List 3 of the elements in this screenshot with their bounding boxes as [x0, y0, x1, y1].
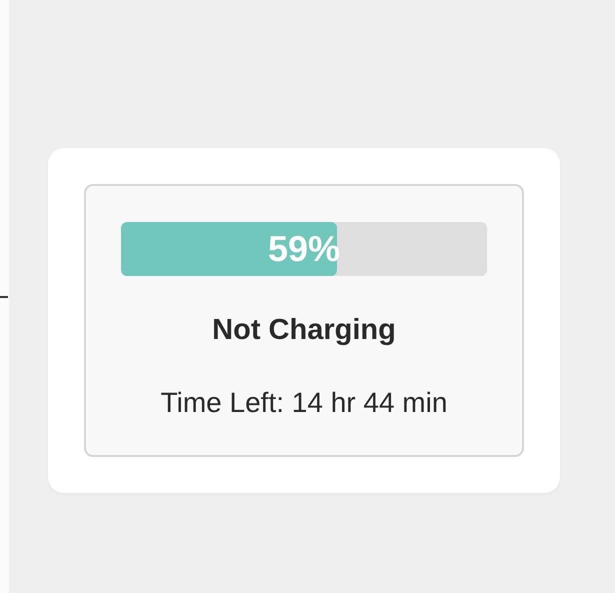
time-left: Time Left: 14 hr 44 min — [160, 387, 448, 419]
charging-status: Not Charging — [212, 314, 396, 347]
tick-mark — [0, 296, 8, 298]
